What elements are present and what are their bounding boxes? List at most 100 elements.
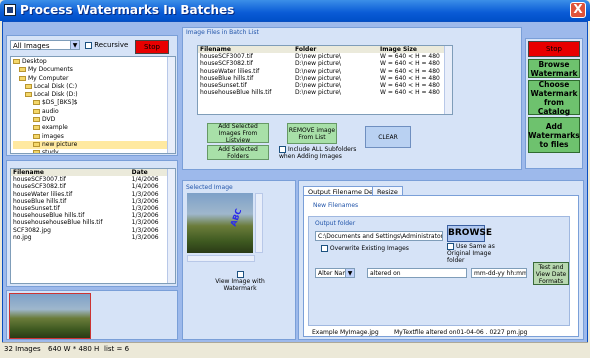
folder-icon: [33, 117, 40, 123]
close-button[interactable]: X: [570, 2, 586, 18]
file-name-cell: houseWater lilies.tif: [13, 190, 73, 198]
test-date-format-button[interactable]: Test and View Date Formats: [533, 262, 569, 285]
file-list[interactable]: Filename Date houseSCF3007.tif 1/4/2006 hou…: [10, 168, 176, 284]
choose-watermark-button[interactable]: Choose Watermark from Catalog: [528, 80, 580, 116]
file-date-cell: 1/3/2006: [131, 219, 159, 227]
batch-row[interactable]: houseWater lilies.tif D:\new picture\ W = …: [198, 68, 446, 75]
file-row[interactable]: househousehouseBlue hills.tif 1/3/2006: [11, 219, 169, 226]
file-row[interactable]: SCF3082.jpg 1/3/2006: [11, 227, 169, 234]
date-column-header[interactable]: Date: [130, 169, 169, 176]
tree-item[interactable]: images: [13, 133, 173, 141]
stop-button[interactable]: Stop: [528, 41, 580, 57]
tree-item[interactable]: example: [13, 124, 173, 132]
remove-image-button[interactable]: REMOVE image From List: [287, 123, 337, 144]
tree-item-label: My Computer: [28, 74, 69, 82]
output-tab-body: New Filenames Output folder C:\Documents…: [303, 195, 579, 337]
selected-image-panel: Selected Image ABC View Image with Water…: [182, 180, 296, 340]
tree-item[interactable]: Desktop: [13, 58, 173, 66]
overwrite-checkbox[interactable]: [321, 245, 328, 252]
view-with-watermark-option[interactable]: View Image with Watermark: [215, 271, 265, 292]
tree-scrollbar[interactable]: [167, 57, 175, 153]
file-row[interactable]: houseWater lilies.tif 1/3/2006: [11, 191, 169, 198]
clear-button[interactable]: CLEAR: [365, 126, 411, 148]
batch-scrollbar[interactable]: [444, 46, 452, 114]
folder-icon: [25, 83, 32, 89]
tree-item-label: $DS_[BKS]$: [42, 99, 78, 107]
batch-size-header[interactable]: Image Size: [378, 46, 446, 53]
file-name-cell: houseSCF3007.tif: [13, 176, 66, 184]
file-filter-dropdown[interactable]: All Images ▼: [10, 40, 80, 50]
folder-icon: [33, 100, 40, 106]
use-same-folder-checkbox[interactable]: [447, 243, 454, 250]
use-same-folder-option[interactable]: Use Same as Original Image folder: [447, 243, 499, 264]
tree-item[interactable]: My Computer: [13, 75, 173, 83]
status-image-count: 32 Images: [4, 345, 41, 353]
tree-item[interactable]: $DS_[BKS]$: [13, 99, 173, 107]
batch-filename-cell: houseBlue hills.tif: [200, 74, 254, 82]
name-mode-dropdown[interactable]: Alter Name ▼: [315, 268, 355, 278]
tree-item-label: new picture: [42, 140, 78, 148]
file-row[interactable]: househouseBlue hills.tif 1/3/2006: [11, 212, 169, 219]
file-date-cell: 1/3/2006: [131, 212, 159, 220]
watermark-overlay: ABC: [228, 207, 244, 228]
file-row[interactable]: houseBlue hills.tif 1/3/2006: [11, 198, 169, 205]
filename-column-header[interactable]: Filename: [11, 169, 130, 176]
tree-item-label: audio: [42, 107, 59, 115]
add-selected-folders-button[interactable]: Add Selected Folders: [207, 145, 269, 160]
batch-row[interactable]: houseSunset.tif D:\new picture\ W = 640 < …: [198, 82, 446, 89]
include-subfolders-checkbox[interactable]: [279, 146, 286, 153]
preview-vscroll[interactable]: [255, 193, 263, 253]
batch-row[interactable]: househouseBlue hills.tif D:\new picture\ W…: [198, 89, 446, 96]
tree-item[interactable]: Local Disk (D:): [13, 91, 173, 99]
file-date-cell: 1/4/2006: [131, 176, 159, 184]
add-watermarks-button[interactable]: Add Watermarks to files: [528, 117, 580, 153]
recursive-checkbox[interactable]: [85, 41, 92, 49]
browse-watermark-button[interactable]: Browse Watermark: [528, 59, 580, 78]
tree-item[interactable]: Local Disk (C:): [13, 83, 173, 91]
tree-item[interactable]: study: [13, 149, 173, 153]
view-with-watermark-label: View Image with Watermark: [215, 278, 265, 292]
batch-filename-header[interactable]: Filename: [198, 46, 293, 53]
file-list-scrollbar[interactable]: [167, 169, 175, 283]
include-subfolders-option[interactable]: Include ALL Subfolders when Adding Image…: [279, 146, 359, 160]
recursive-toggle[interactable]: Recursive: [85, 41, 128, 49]
batch-table[interactable]: Filename Folder Image Size houseSCF3007.…: [197, 45, 453, 115]
folder-icon: [13, 59, 20, 64]
batch-size-cell: W = 640 < H = 480: [380, 82, 440, 90]
stop-scan-button[interactable]: Stop: [135, 40, 169, 54]
tree-item[interactable]: My Documents: [13, 66, 173, 74]
browse-output-button[interactable]: BROWSE: [447, 225, 492, 242]
example-label: Example MyImage.jpg: [312, 329, 379, 336]
batch-folder-cell: D:\new picture\: [295, 60, 341, 68]
file-row[interactable]: houseSCF3082.tif 1/4/2006: [11, 183, 169, 190]
view-with-watermark-checkbox[interactable]: [236, 271, 244, 278]
file-filter-value: All Images: [13, 42, 50, 50]
batch-size-cell: W = 640 < H = 480: [380, 89, 440, 97]
tree-item[interactable]: new picture: [13, 140, 173, 150]
overwrite-option[interactable]: Overwrite Existing Images: [321, 245, 409, 252]
tree-item[interactable]: DVD: [13, 116, 173, 124]
file-name-cell: houseSunset.tif: [13, 205, 60, 213]
file-list-panel: Filename Date houseSCF3007.tif 1/4/2006 hou…: [6, 160, 178, 287]
preview-hscroll[interactable]: [187, 255, 255, 262]
name-text-field[interactable]: altered on: [367, 268, 467, 278]
file-row[interactable]: houseSunset.tif 1/3/2006: [11, 205, 169, 212]
batch-folder-cell: D:\new picture\: [295, 74, 341, 82]
include-subfolders-label: Include ALL Subfolders when Adding Image…: [279, 146, 357, 160]
batch-row[interactable]: houseBlue hills.tif D:\new picture\ W = 64…: [198, 75, 446, 82]
output-folder-field[interactable]: C:\Documents and Settings\Administrator\…: [315, 231, 443, 241]
folder-icon: [33, 133, 40, 139]
file-name-cell: househouseBlue hills.tif: [13, 212, 85, 220]
batch-row[interactable]: houseSCF3082.tif D:\new picture\ W = 640 <…: [198, 60, 446, 67]
date-format-field[interactable]: mm-dd-yy hh:mm am/pm: [471, 268, 527, 278]
add-selected-images-button[interactable]: Add Selected Images From Listview: [207, 123, 269, 144]
folder-tree[interactable]: Desktop My Documents My Computer Local Disk…: [10, 56, 176, 154]
selected-image-legend: Selected Image: [186, 184, 233, 191]
file-row[interactable]: houseSCF3007.tif 1/4/2006: [11, 176, 169, 183]
batch-size-cell: W = 640 < H = 480: [380, 60, 440, 68]
file-row[interactable]: no.jpg 1/3/2006: [11, 234, 169, 241]
batch-folder-header[interactable]: Folder: [293, 46, 378, 53]
batch-row[interactable]: houseSCF3007.tif D:\new picture\ W = 640 <…: [198, 53, 446, 60]
tree-item[interactable]: audio: [13, 108, 173, 116]
tree-item-label: Local Disk (D:): [34, 91, 78, 99]
